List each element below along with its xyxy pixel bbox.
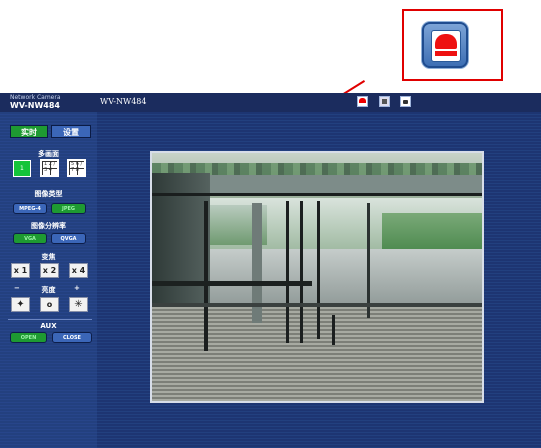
handrail bbox=[152, 281, 312, 286]
page-title: WV-NW484 bbox=[100, 97, 147, 106]
image-type-label: 图像类型 bbox=[34, 190, 63, 198]
door-frame bbox=[300, 201, 303, 343]
brightness-plus-label: + bbox=[74, 284, 80, 292]
header-bar bbox=[0, 93, 541, 112]
hedge bbox=[382, 213, 482, 251]
door-frame bbox=[204, 201, 208, 351]
brightness-label: 亮度 bbox=[41, 286, 56, 294]
brightness-darker-button[interactable]: ✦ bbox=[11, 297, 30, 312]
live-video-image[interactable] bbox=[150, 151, 484, 403]
divider bbox=[8, 319, 92, 320]
zoom-x2-button[interactable]: x 2 bbox=[40, 263, 59, 278]
multiscreen-4-label: 1 2 / 3 4 bbox=[44, 161, 56, 173]
vga-button[interactable]: VGA bbox=[13, 233, 47, 244]
door-frame bbox=[286, 201, 289, 343]
brightness-brighter-button[interactable]: ✳ bbox=[69, 297, 88, 312]
door-frame bbox=[317, 201, 320, 339]
zoom-label: 变焦 bbox=[41, 253, 56, 261]
brightness-reset-button[interactable]: o bbox=[40, 297, 59, 312]
tab-live[interactable]: 实时 bbox=[10, 125, 48, 138]
alarm-icon-callout bbox=[402, 9, 503, 81]
camera-snapshot-icon[interactable] bbox=[400, 96, 411, 107]
alarm-icon[interactable] bbox=[357, 96, 368, 107]
sd-card-icon[interactable] bbox=[379, 96, 390, 107]
multiscreen-8-label: 5 6 / 7 8 bbox=[71, 161, 83, 173]
aux-close-button[interactable]: CLOSE bbox=[52, 332, 92, 343]
zoom-x1-button[interactable]: x 1 bbox=[11, 263, 30, 278]
door-frame bbox=[367, 203, 370, 318]
tab-setup[interactable]: 设置 bbox=[51, 125, 91, 138]
resolution-label: 图像分辨率 bbox=[31, 222, 66, 230]
multiscreen-1-button[interactable]: 1 bbox=[13, 160, 31, 177]
door-frame bbox=[332, 315, 335, 345]
multiscreen-8-button[interactable]: 5 6 / 7 8 bbox=[67, 159, 86, 177]
zoom-x4-button[interactable]: x 4 bbox=[69, 263, 88, 278]
multiscreen-label: 多画面 bbox=[38, 150, 59, 158]
model-label: WV-NW484 bbox=[10, 101, 60, 110]
aux-label: AUX bbox=[40, 322, 57, 330]
aux-open-button[interactable]: OPEN bbox=[10, 332, 47, 343]
door-track bbox=[152, 303, 482, 307]
sun-bright-icon: ✳ bbox=[74, 299, 83, 310]
multiscreen-1-label: 1 bbox=[20, 165, 24, 172]
jpeg-button[interactable]: JPEG bbox=[51, 203, 86, 214]
sun-dark-icon: ✦ bbox=[16, 299, 25, 310]
pavement bbox=[210, 249, 482, 309]
mpeg4-button[interactable]: MPEG-4 bbox=[13, 203, 47, 214]
alarm-icon-enlarged bbox=[422, 22, 468, 68]
qvga-button[interactable]: QVGA bbox=[51, 233, 86, 244]
multiscreen-4-button[interactable]: 1 2 / 3 4 bbox=[40, 159, 59, 177]
door-header bbox=[152, 193, 482, 196]
